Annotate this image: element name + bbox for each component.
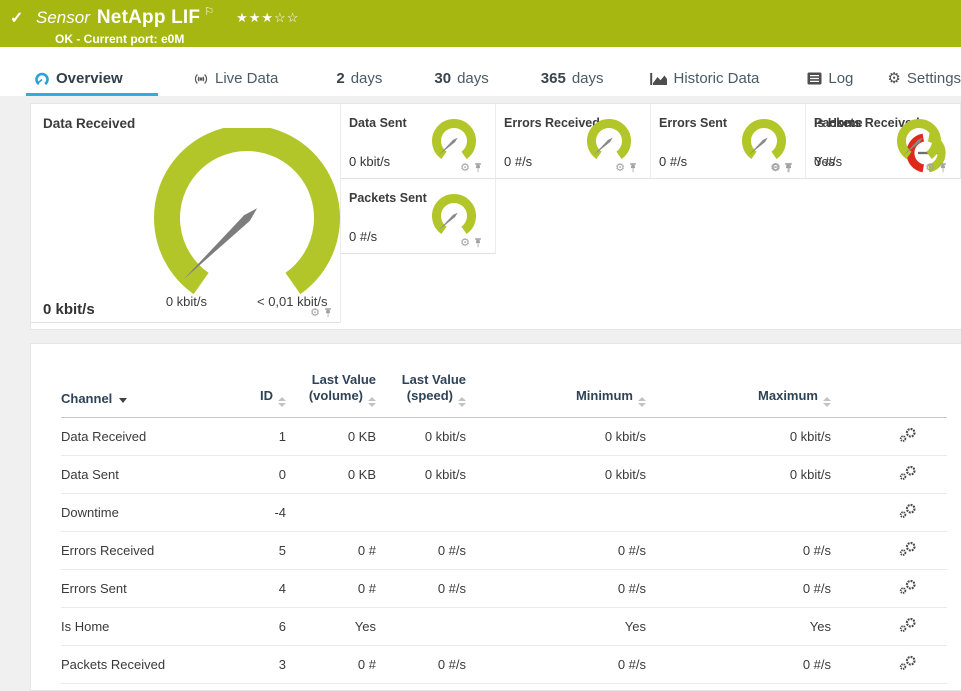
tab-365-days[interactable]: 365 days xyxy=(533,70,612,96)
tab-settings[interactable]: ⚙ Settings xyxy=(879,69,961,96)
small-gauge-dial xyxy=(426,117,482,167)
gauges-panel: Data Received 0 kbit/s < 0,01 kbit/s 0 k… xyxy=(30,103,961,330)
channel-gear-icon[interactable]: ⚙ xyxy=(310,308,320,319)
channels-table-panel: Channel ID Last Value(volume) Last Value… xyxy=(30,343,961,691)
pin-icon[interactable] xyxy=(323,307,333,319)
channel-gear-icon[interactable]: ⚙ xyxy=(925,163,935,174)
priority-stars[interactable]: ★★★☆☆ xyxy=(236,10,299,26)
tile-errors-received[interactable]: Errors Received 0 #/s ⚙ xyxy=(496,104,651,179)
primary-gauge-dial xyxy=(147,128,347,306)
sort-desc-icon xyxy=(119,398,127,403)
primary-gauge-label: Data Received xyxy=(43,116,135,131)
object-kind-label: Sensor xyxy=(36,8,90,28)
sort-icon xyxy=(278,397,286,407)
primary-gauge-tile[interactable]: Data Received 0 kbit/s < 0,01 kbit/s 0 k… xyxy=(31,104,341,323)
channel-gear-icon[interactable]: ⚙ xyxy=(771,163,781,174)
overview-content: Data Received 0 kbit/s < 0,01 kbit/s 0 k… xyxy=(0,96,961,691)
primary-gauge-value: 0 kbit/s xyxy=(43,301,95,318)
channel-settings-gears-icon[interactable] xyxy=(899,427,917,446)
tab-30-days[interactable]: 30 days xyxy=(426,70,496,96)
status-ok-check-icon: ✓ xyxy=(10,8,28,28)
small-gauge-dial xyxy=(581,117,637,167)
tile-packets-received[interactable]: Packets Received 0 #/s ⚙ xyxy=(806,104,961,179)
sensor-status-message: OK - Current port: e0M xyxy=(55,32,961,46)
small-gauge-dial xyxy=(891,117,947,167)
channels-table: Channel ID Last Value(volume) Last Value… xyxy=(61,372,947,691)
gauge-scale-min: 0 kbit/s xyxy=(149,294,207,309)
pin-icon[interactable] xyxy=(473,237,483,249)
channel-settings-gears-icon[interactable] xyxy=(899,503,917,522)
table-row: Data Received 1 0 KB 0 kbit/s 0 kbit/s 0… xyxy=(61,418,947,456)
table-row: Packets Sent 2 0 # 0 #/s 0 #/s 0 #/s xyxy=(61,684,947,691)
flag-icon: ⚐ xyxy=(204,5,214,18)
table-row: Data Sent 0 0 KB 0 kbit/s 0 kbit/s 0 kbi… xyxy=(61,456,947,494)
small-gauge-dial xyxy=(736,117,792,167)
column-header-minimum[interactable]: Minimum xyxy=(466,372,646,418)
column-header-maximum[interactable]: Maximum xyxy=(646,372,831,418)
page-title: NetApp LIF xyxy=(97,7,200,29)
column-header-last-value-speed[interactable]: Last Value(speed) xyxy=(376,372,466,418)
table-row: Is Home 6 Yes Yes Yes xyxy=(61,608,947,646)
tab-overview[interactable]: Overview xyxy=(26,70,158,96)
column-header-channel[interactable]: Channel xyxy=(61,372,256,418)
column-header-actions xyxy=(831,372,947,418)
column-header-last-value-volume[interactable]: Last Value(volume) xyxy=(286,372,376,418)
small-gauge-dial xyxy=(426,192,482,242)
channel-settings-gears-icon[interactable] xyxy=(899,655,917,674)
tab-bar: Overview Live Data 2 days 30 days 365 da… xyxy=(0,47,961,96)
log-list-icon xyxy=(807,72,822,85)
sensor-status-bar: ✓ Sensor NetApp LIF ⚐ ★★★☆☆ OK - Current… xyxy=(0,0,961,47)
channel-gear-icon[interactable]: ⚙ xyxy=(460,238,470,249)
sort-icon xyxy=(823,397,831,407)
channel-settings-gears-icon[interactable] xyxy=(899,617,917,636)
table-row: Downtime -4 xyxy=(61,494,947,532)
channel-settings-gears-icon[interactable] xyxy=(899,465,917,484)
tile-data-sent[interactable]: Data Sent 0 kbit/s ⚙ xyxy=(341,104,496,179)
tab-historic-data[interactable]: Historic Data xyxy=(642,70,768,96)
gauge-icon xyxy=(34,71,50,87)
sort-icon xyxy=(638,397,646,407)
pin-icon[interactable] xyxy=(784,162,794,174)
channel-settings-gears-icon[interactable] xyxy=(899,579,917,598)
pin-icon[interactable] xyxy=(628,162,638,174)
broadcast-icon xyxy=(193,72,209,86)
table-header-row: Channel ID Last Value(volume) Last Value… xyxy=(61,372,947,418)
sort-icon xyxy=(368,397,376,407)
pin-icon[interactable] xyxy=(938,162,948,174)
area-chart-icon xyxy=(650,72,668,86)
sort-icon xyxy=(458,397,466,407)
table-row: Errors Sent 4 0 # 0 #/s 0 #/s 0 #/s xyxy=(61,570,947,608)
channel-settings-gears-icon[interactable] xyxy=(899,541,917,560)
table-row: Errors Received 5 0 # 0 #/s 0 #/s 0 #/s xyxy=(61,532,947,570)
tab-2-days[interactable]: 2 days xyxy=(328,70,390,96)
tile-packets-sent[interactable]: Packets Sent 0 #/s ⚙ xyxy=(341,179,496,254)
small-gauge-tiles: Data Sent 0 kbit/s ⚙ Errors Received 0 #… xyxy=(341,104,961,254)
channel-gear-icon[interactable]: ⚙ xyxy=(615,163,625,174)
pin-icon[interactable] xyxy=(473,162,483,174)
tab-live-data[interactable]: Live Data xyxy=(185,70,286,96)
column-header-id[interactable]: ID xyxy=(256,372,286,418)
table-row: Packets Received 3 0 # 0 #/s 0 #/s 0 #/s xyxy=(61,646,947,684)
channel-gear-icon[interactable]: ⚙ xyxy=(460,163,470,174)
tab-log[interactable]: Log xyxy=(799,70,861,96)
gear-icon: ⚙ xyxy=(887,69,900,87)
